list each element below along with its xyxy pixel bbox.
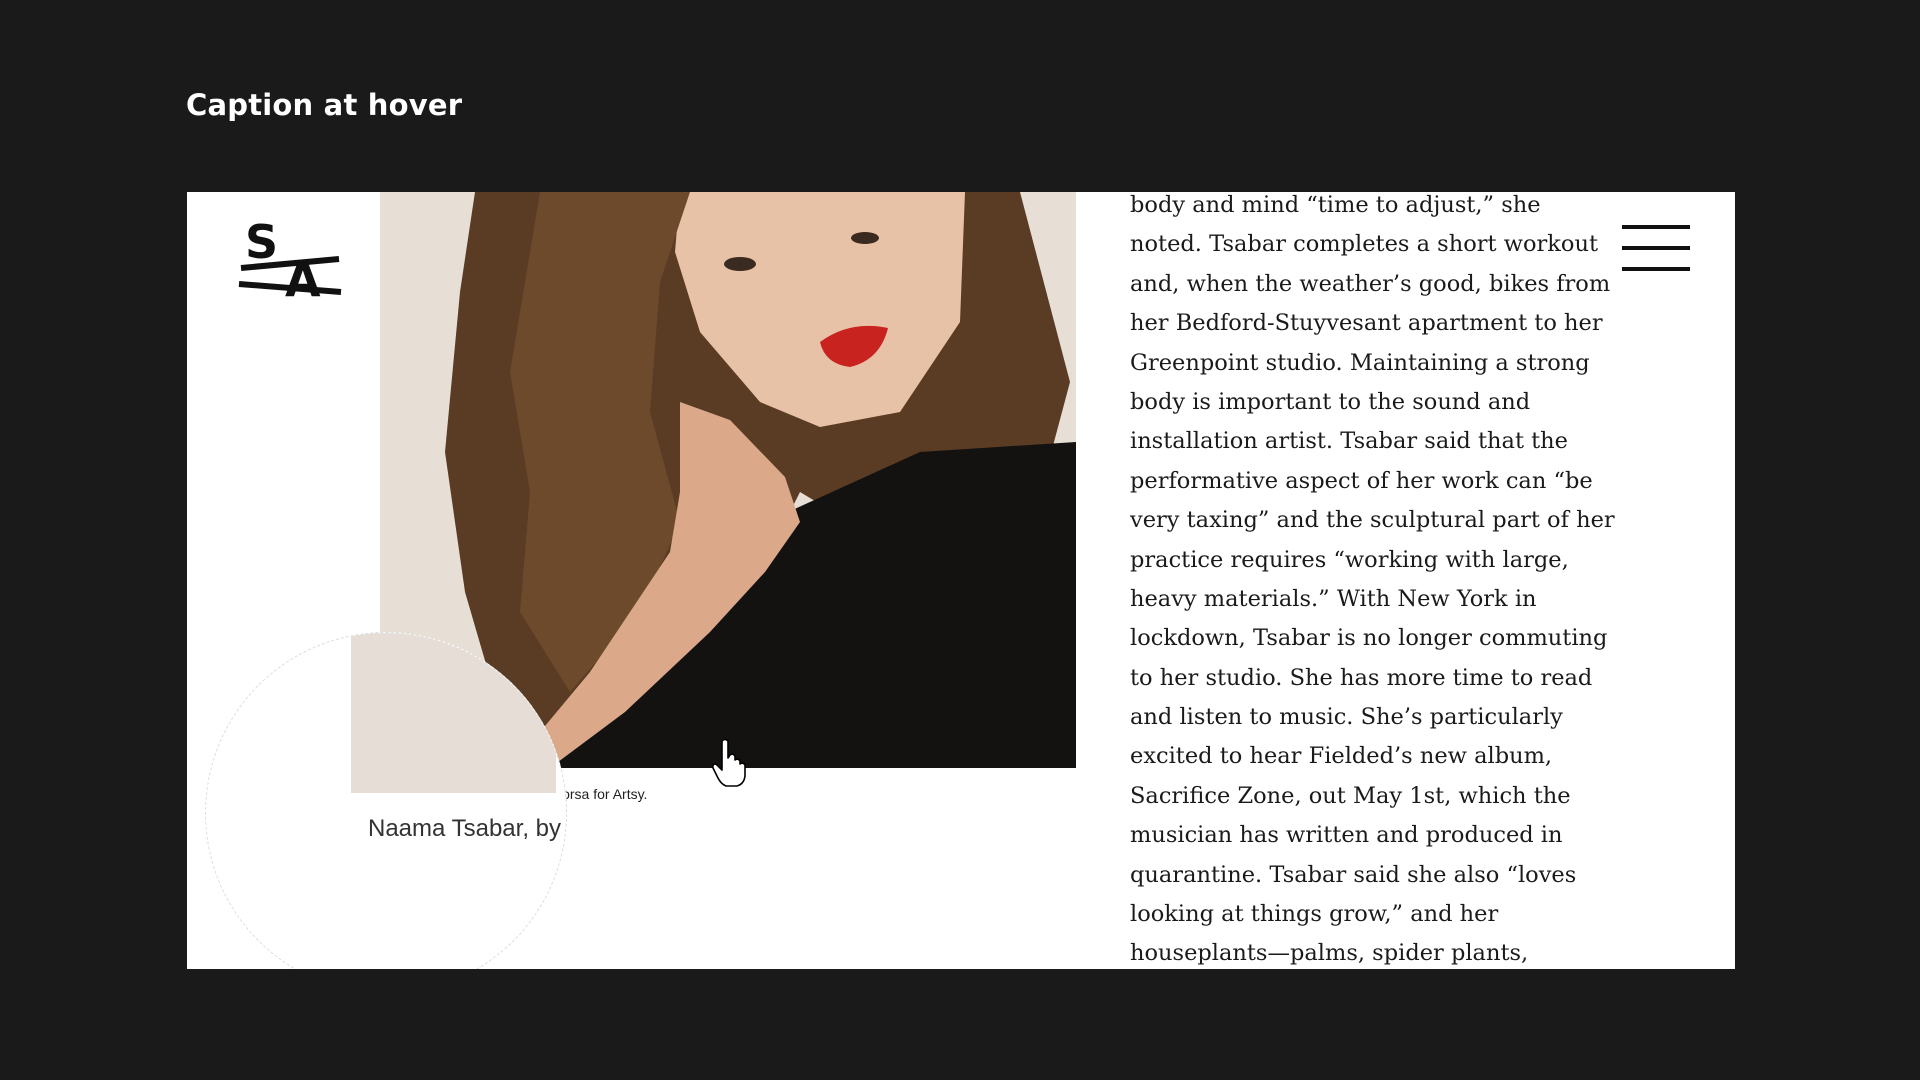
article-line: practice requires “working with large, [1130, 546, 1569, 573]
article-line: body is important to the sound and [1130, 388, 1531, 415]
caption-magnifier-lens: Naama Tsabar, by [205, 632, 567, 969]
logo-lower-bar [238, 281, 342, 295]
article-line: body and mind “time to adjust,” she [1130, 192, 1541, 218]
article-line: and listen to music. She’s particularly [1130, 704, 1563, 731]
article-line: Sacrifice Zone, out May 1st, which the [1130, 782, 1571, 809]
article-line: to her studio. She has more time to read [1130, 664, 1593, 691]
magnified-photo-crop [351, 633, 556, 793]
article-line: Greenpoint studio. Maintaining a strong [1130, 349, 1590, 376]
article-line: houseplants—palms, spider plants, [1130, 940, 1529, 967]
hamburger-menu-icon[interactable] [1622, 225, 1690, 271]
article-line: quarantine. Tsabar said she also “loves [1130, 861, 1577, 888]
article-line: her Bedford-Stuyvesant apartment to her [1130, 310, 1603, 337]
magnified-caption-text: Naama Tsabar, by [368, 815, 561, 842]
eye-right [851, 232, 879, 244]
menu-bar-top [1622, 225, 1690, 229]
article-line: lockdown, Tsabar is no longer commuting [1130, 625, 1608, 652]
article-line: very taxing” and the sculptural part of … [1130, 507, 1615, 534]
article-line: and, when the weather’s good, bikes from [1130, 270, 1611, 297]
article-line: installation artist. Tsabar said that th… [1130, 428, 1568, 455]
article-line: excited to hear Fielded’s new album, [1130, 743, 1553, 770]
article-line: performative aspect of her work can “be [1130, 467, 1593, 494]
site-logo[interactable]: S A [237, 212, 347, 302]
menu-bar-bottom [1622, 267, 1690, 271]
article-body: body and mind “time to adjust,” she note… [1130, 192, 1615, 969]
article-line: noted. Tsabar completes a short workout [1130, 231, 1598, 258]
article-line: musician has written and produced in [1130, 822, 1563, 849]
slide-title: Caption at hover [186, 88, 463, 122]
logo-letter-a: A [285, 253, 321, 302]
hand-pointer-cursor-icon [712, 738, 746, 787]
article-line: heavy materials.” With New York in [1130, 585, 1537, 612]
menu-bar-middle [1622, 246, 1690, 250]
eye-left [724, 257, 756, 271]
website-mockup: S A Dorsa for Artsy. Naama Tsabar, by bo… [187, 192, 1735, 969]
article-line: looking at things grow,” and her [1130, 901, 1499, 928]
logo-letter-s: S [245, 215, 278, 269]
